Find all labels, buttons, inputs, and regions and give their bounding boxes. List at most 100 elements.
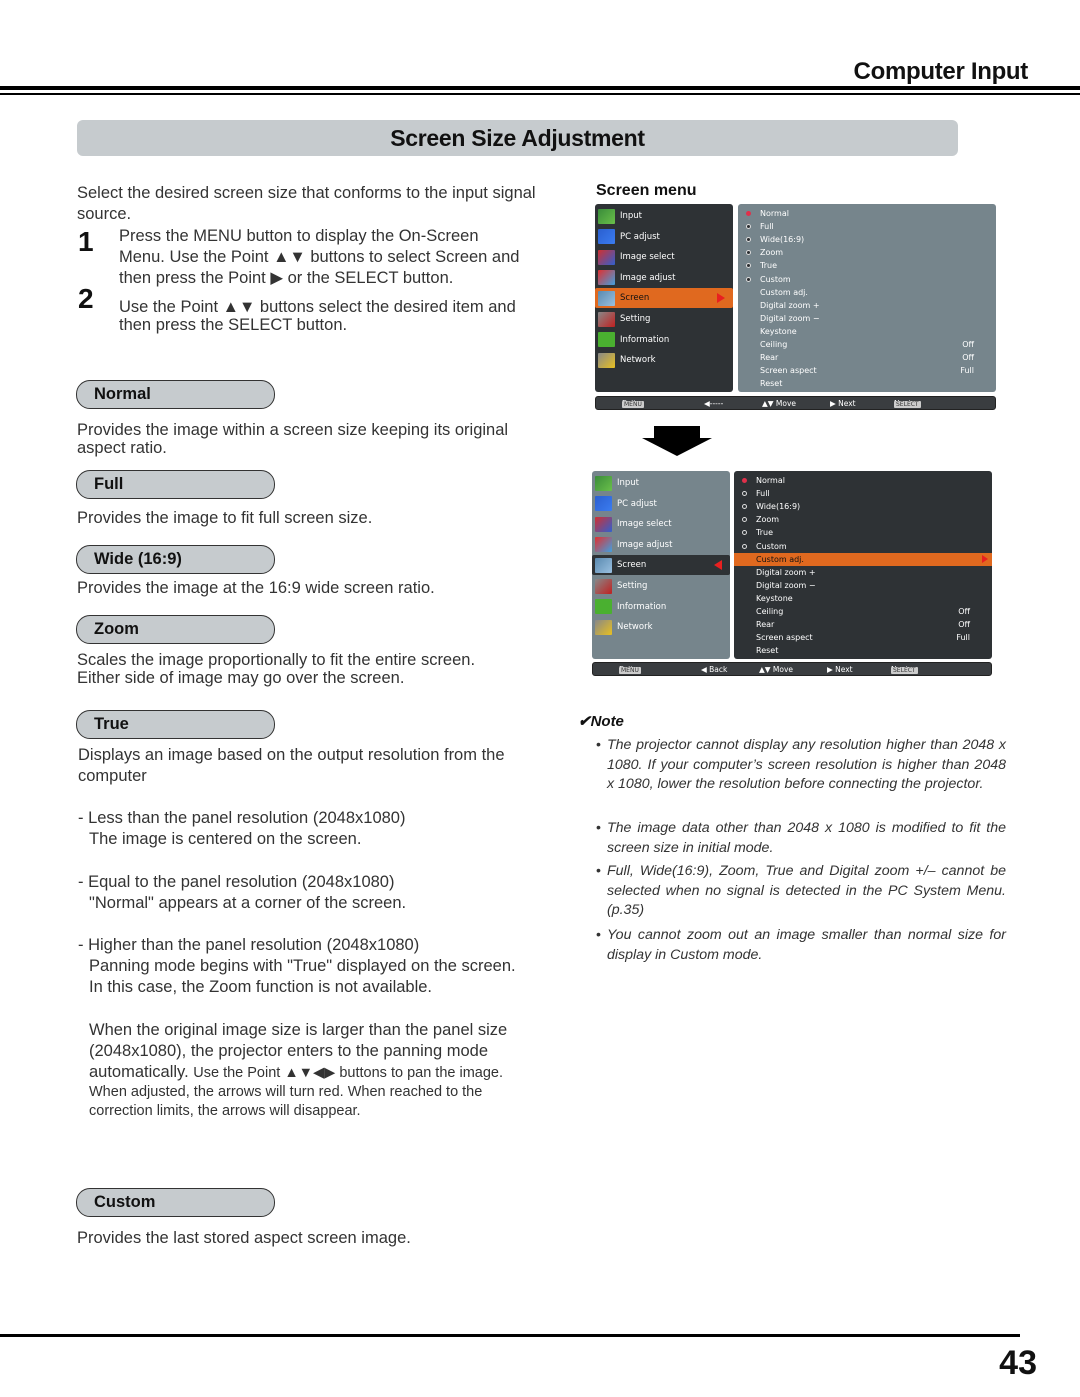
step-line: then press the Point ▶ or the SELECT but…	[119, 269, 454, 287]
osd-main-item-image-select[interactable]: Image select	[595, 247, 733, 267]
osd-main-item-image-adjust[interactable]: Image adjust	[592, 535, 730, 555]
page-title: Screen Size Adjustment	[390, 124, 645, 151]
osd-sub-item-custom[interactable]: Custom	[734, 540, 992, 553]
osd-sub-item-full[interactable]: Full	[734, 487, 992, 500]
osd-main-item-label: Image adjust	[620, 272, 676, 283]
osd-sub-item-rear[interactable]: Rear Off	[738, 351, 996, 364]
true-case-equal: - Equal to the panel resolution (2048x10…	[78, 872, 406, 914]
note-item: • You cannot zoom out an image smaller th…	[596, 927, 1006, 963]
screen-icon	[598, 290, 615, 306]
desc-line: computer	[78, 767, 147, 785]
step-1-text: Press the MENU button to display the On-…	[119, 226, 519, 289]
desc-line: Scales the image proportionally to fit t…	[77, 651, 476, 669]
radio-icon	[742, 478, 747, 483]
osd-main-item-label: Setting	[617, 581, 648, 591]
note-text: Full, Wide(16:9), Zoom, True and Digital…	[607, 863, 1006, 918]
footer-exit: MENUExit	[622, 399, 644, 408]
osd-sub-item-ceiling[interactable]: Ceiling Off	[734, 605, 992, 618]
osd-sub-item-label: Screen aspect	[760, 366, 817, 376]
footer-next: ▶ Next	[827, 665, 853, 674]
step-line: Use the Point ▲▼ buttons select the desi…	[119, 298, 516, 316]
desc-line: Provides the image at the 16:9 wide scre…	[77, 579, 435, 597]
osd-main-item-information[interactable]: Information	[592, 597, 730, 617]
case-line: The image is centered on the screen.	[89, 830, 362, 848]
arrow-right-icon	[982, 555, 988, 564]
osd-sub-item-label: Full	[760, 222, 774, 232]
osd-sub-item-custom-adj[interactable]: Custom adj.	[734, 552, 992, 566]
osd-main-item-screen[interactable]: Screen	[592, 555, 730, 576]
mode-label: Normal	[94, 385, 151, 403]
osd-main-item-pc-adjust[interactable]: PC adjust	[592, 494, 730, 514]
osd-sub-item-value: Off	[962, 353, 974, 363]
osd-main-item-input[interactable]: Input	[595, 206, 733, 226]
osd-main-item-information[interactable]: Information	[595, 330, 733, 350]
mode-label: Wide (16:9)	[94, 550, 182, 568]
osd-sub-item-screen-aspect[interactable]: Screen aspect Full	[738, 364, 996, 377]
osd-sub-item-digital-zoom[interactable]: Digital zoom −	[738, 312, 996, 325]
osd-menu-screen: Input PC adjust Image select Image adjust Sc…	[595, 204, 996, 410]
case-line: - Higher than the panel resolution (2048…	[78, 936, 420, 954]
osd-main-item-network[interactable]: Network	[592, 617, 730, 637]
osd-main-item-label: PC adjust	[620, 231, 660, 242]
osd-sub-item-digital-zoom[interactable]: Digital zoom −	[734, 579, 992, 592]
mode-label: Full	[94, 475, 124, 493]
panning-line: correction limits, the arrows will disap…	[89, 1103, 361, 1119]
osd-main-item-pc-adjust[interactable]: PC adjust	[595, 227, 733, 247]
osd-main-item-label: Network	[617, 622, 653, 633]
osd-main-item-label: Input	[617, 478, 640, 488]
osd-sub-item-label: True	[756, 528, 773, 538]
osd-sub-item-custom[interactable]: Custom	[738, 273, 996, 286]
osd-sub-item-keystone[interactable]: Keystone	[734, 592, 992, 605]
osd-menu-custom-adj: Input PC adjust Image select Image adjust Sc…	[592, 471, 992, 677]
osd-sub-item-ceiling[interactable]: Ceiling Off	[738, 338, 996, 351]
osd-sub-item-true[interactable]: True	[738, 259, 996, 272]
case-line: - Equal to the panel resolution (2048x10…	[78, 873, 395, 891]
osd-main-item-image-select[interactable]: Image select	[592, 514, 730, 534]
step-number: 1	[78, 226, 94, 257]
osd-sub-item-zoom[interactable]: Zoom	[738, 246, 996, 259]
osd-sub-item-true[interactable]: True	[734, 526, 992, 539]
osd-sub-item-label: Ceiling	[760, 340, 788, 349]
osd-sub-item-wide-16-9[interactable]: Wide(16:9)	[738, 233, 996, 246]
osd-sub-item-value: Full	[956, 633, 970, 643]
osd-sub-item-normal[interactable]: Normal	[734, 474, 992, 487]
osd-main-menu: Input PC adjust Image select Image adjust Sc…	[595, 204, 733, 392]
osd-sub-item-digital-zoom[interactable]: Digital zoom +	[738, 299, 996, 312]
network-icon	[598, 352, 615, 368]
osd-main-item-screen[interactable]: Screen	[595, 288, 733, 309]
osd-sub-item-value: Off	[962, 340, 974, 349]
osd-sub-item-label: Rear	[760, 353, 779, 363]
mode-heading-true: True	[76, 710, 275, 739]
zoom-description: Scales the image proportionally to fit t…	[77, 651, 475, 687]
osd-sub-item-wide-16-9[interactable]: Wide(16:9)	[734, 500, 992, 513]
pc-adjust-icon	[595, 496, 612, 512]
radio-icon	[746, 250, 751, 256]
osd-main-item-label: Screen	[617, 560, 647, 571]
desc-line: Provides the image within a screen size …	[77, 421, 509, 439]
osd-main-item-setting[interactable]: Setting	[592, 576, 730, 596]
osd-sub-item-value: Full	[960, 366, 974, 376]
osd-main-item-image-adjust[interactable]: Image adjust	[595, 268, 733, 288]
radio-icon	[742, 543, 747, 549]
osd-sub-item-zoom[interactable]: Zoom	[734, 513, 992, 526]
osd-main-item-network[interactable]: Network	[595, 350, 733, 370]
footer-move: ▲▼ Move	[762, 399, 797, 408]
osd-main-item-setting[interactable]: Setting	[595, 309, 733, 329]
osd-sub-item-normal[interactable]: Normal	[738, 207, 996, 220]
osd-sub-item-label: Keystone	[760, 326, 797, 336]
osd-sub-item-digital-zoom[interactable]: Digital zoom +	[734, 566, 992, 579]
radio-icon	[742, 491, 747, 497]
image-adjust-icon	[598, 270, 615, 286]
osd-sub-item-screen-aspect[interactable]: Screen aspect Full	[734, 631, 992, 644]
osd-sub-item-reset[interactable]: Reset	[734, 644, 992, 657]
osd-sub-item-custom-adj[interactable]: Custom adj.	[738, 286, 996, 299]
radio-icon	[746, 276, 751, 282]
arrow-left-icon	[714, 560, 722, 571]
intro-text: Select the desired screen size that conf…	[77, 183, 536, 225]
osd-sub-item-reset[interactable]: Reset	[738, 377, 996, 390]
information-icon	[598, 332, 615, 348]
osd-main-item-input[interactable]: Input	[592, 473, 730, 493]
osd-sub-item-rear[interactable]: Rear Off	[734, 618, 992, 631]
osd-sub-item-keystone[interactable]: Keystone	[738, 325, 996, 338]
osd-sub-item-full[interactable]: Full	[738, 220, 996, 233]
